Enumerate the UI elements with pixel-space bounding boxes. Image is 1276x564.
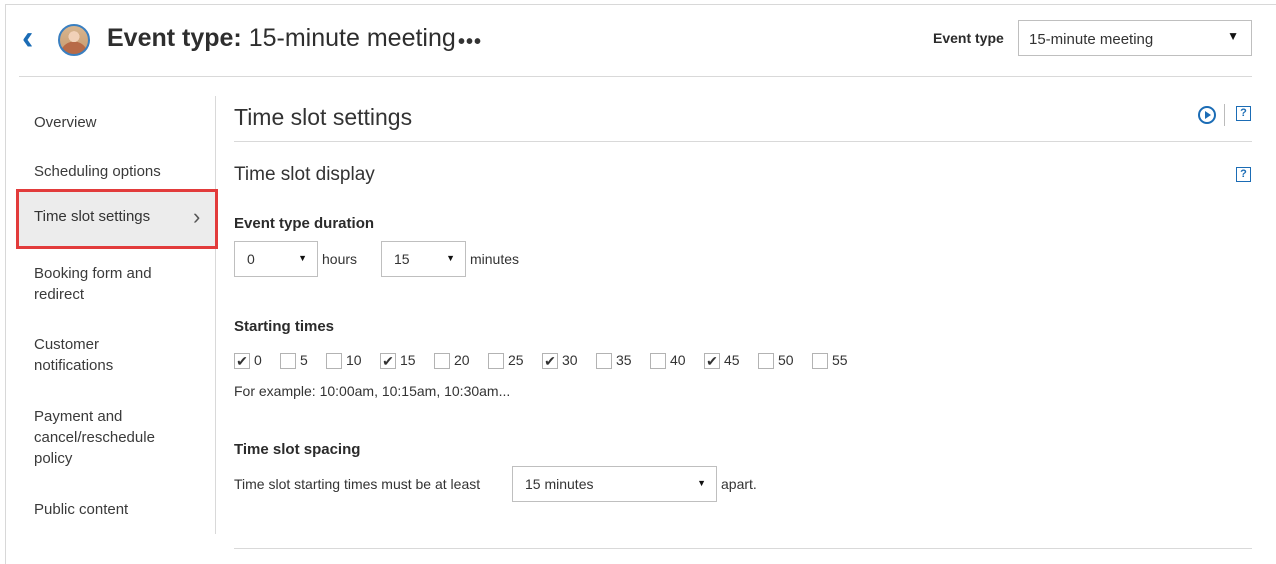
checkmark-icon[interactable]: ✔ bbox=[542, 353, 558, 369]
spacing-suffix: apart. bbox=[721, 476, 757, 492]
duration-label: Event type duration bbox=[234, 215, 375, 232]
subsection-title: Time slot display bbox=[234, 164, 375, 185]
checkbox-box[interactable] bbox=[650, 353, 666, 369]
starting-time-label: 0 bbox=[254, 352, 262, 368]
starting-time-label: 30 bbox=[562, 352, 578, 368]
bottom-divider bbox=[234, 548, 1252, 549]
minutes-select[interactable]: 15 ▼ bbox=[381, 241, 466, 277]
dropdown-arrow-icon: ▼ bbox=[1227, 29, 1239, 43]
checkbox-box[interactable] bbox=[326, 353, 342, 369]
checkbox-box[interactable] bbox=[812, 353, 828, 369]
checkbox-box[interactable] bbox=[596, 353, 612, 369]
minutes-value: 15 bbox=[394, 251, 410, 267]
checkbox-box[interactable] bbox=[758, 353, 774, 369]
dropdown-arrow-icon: ▼ bbox=[697, 478, 706, 488]
more-options-button[interactable]: ••• bbox=[458, 31, 482, 54]
starting-time-label: 10 bbox=[346, 352, 362, 368]
avatar[interactable] bbox=[58, 24, 90, 56]
divider bbox=[1224, 104, 1225, 126]
checkmark-icon[interactable]: ✔ bbox=[234, 353, 250, 369]
help-question-icon[interactable]: ? bbox=[1236, 106, 1251, 121]
sidebar-item-booking-form[interactable]: Booking form and redirect bbox=[34, 263, 184, 305]
event-type-value: 15-minute meeting bbox=[1029, 31, 1154, 48]
sidebar-item-label: Time slot settings bbox=[34, 208, 151, 225]
sidebar: Overview Scheduling options Time slot se… bbox=[16, 96, 218, 534]
sidebar-item-public-content[interactable]: Public content bbox=[34, 499, 128, 520]
checkbox-box[interactable] bbox=[280, 353, 296, 369]
header-divider bbox=[19, 76, 1252, 77]
minutes-unit: minutes bbox=[470, 251, 520, 267]
event-type-select[interactable]: 15-minute meeting ▼ bbox=[1018, 20, 1252, 56]
starting-times-label: Starting times bbox=[234, 318, 335, 335]
section-divider bbox=[234, 141, 1252, 142]
help-question-icon[interactable]: ? bbox=[1236, 167, 1251, 182]
starting-time-label: 35 bbox=[616, 352, 632, 368]
starting-time-label: 15 bbox=[400, 352, 416, 368]
hours-select[interactable]: 0 ▼ bbox=[234, 241, 318, 277]
event-type-label: Event type bbox=[933, 30, 1004, 46]
sidebar-item-payment-policy[interactable]: Payment and cancel/reschedule policy bbox=[34, 406, 174, 469]
sidebar-item-time-slot-settings[interactable]: Time slot settings › bbox=[16, 189, 218, 249]
starting-time-label: 55 bbox=[832, 352, 848, 368]
spacing-label: Time slot spacing bbox=[234, 441, 361, 458]
dropdown-arrow-icon: ▼ bbox=[298, 253, 307, 263]
spacing-prefix: Time slot starting times must be at leas… bbox=[234, 476, 481, 492]
checkbox-box[interactable] bbox=[434, 353, 450, 369]
chevron-right-icon: › bbox=[193, 204, 201, 229]
checkmark-icon[interactable]: ✔ bbox=[380, 353, 396, 369]
page-header: ‹ Event type: 15-minute meeting ••• Even… bbox=[0, 0, 1276, 78]
play-circle-icon[interactable] bbox=[1198, 106, 1216, 124]
starting-time-label: 40 bbox=[670, 352, 686, 368]
starting-time-label: 5 bbox=[300, 352, 308, 368]
spacing-value: 15 minutes bbox=[525, 476, 594, 492]
starting-times-example: For example: 10:00am, 10:15am, 10:30am..… bbox=[234, 383, 511, 399]
sidebar-item-scheduling-options[interactable]: Scheduling options bbox=[34, 161, 161, 182]
title-name: 15-minute meeting bbox=[248, 24, 456, 52]
hours-unit: hours bbox=[322, 251, 358, 267]
starting-time-label: 20 bbox=[454, 352, 470, 368]
chevron-left-icon[interactable]: ‹ bbox=[22, 21, 44, 55]
sidebar-item-overview[interactable]: Overview bbox=[34, 112, 97, 133]
starting-time-label: 45 bbox=[724, 352, 740, 368]
section-title: Time slot settings bbox=[234, 104, 413, 130]
starting-time-label: 25 bbox=[508, 352, 524, 368]
starting-time-label: 50 bbox=[778, 352, 794, 368]
checkmark-icon[interactable]: ✔ bbox=[704, 353, 720, 369]
page-title: Event type: 15-minute meeting bbox=[107, 24, 456, 53]
sidebar-item-customer-notifications[interactable]: Customer notifications bbox=[34, 334, 144, 376]
hours-value: 0 bbox=[247, 251, 255, 267]
title-prefix: Event type: bbox=[107, 24, 242, 52]
checkbox-box[interactable] bbox=[488, 353, 504, 369]
dropdown-arrow-icon: ▼ bbox=[446, 253, 455, 263]
spacing-select[interactable]: 15 minutes ▼ bbox=[512, 466, 717, 502]
